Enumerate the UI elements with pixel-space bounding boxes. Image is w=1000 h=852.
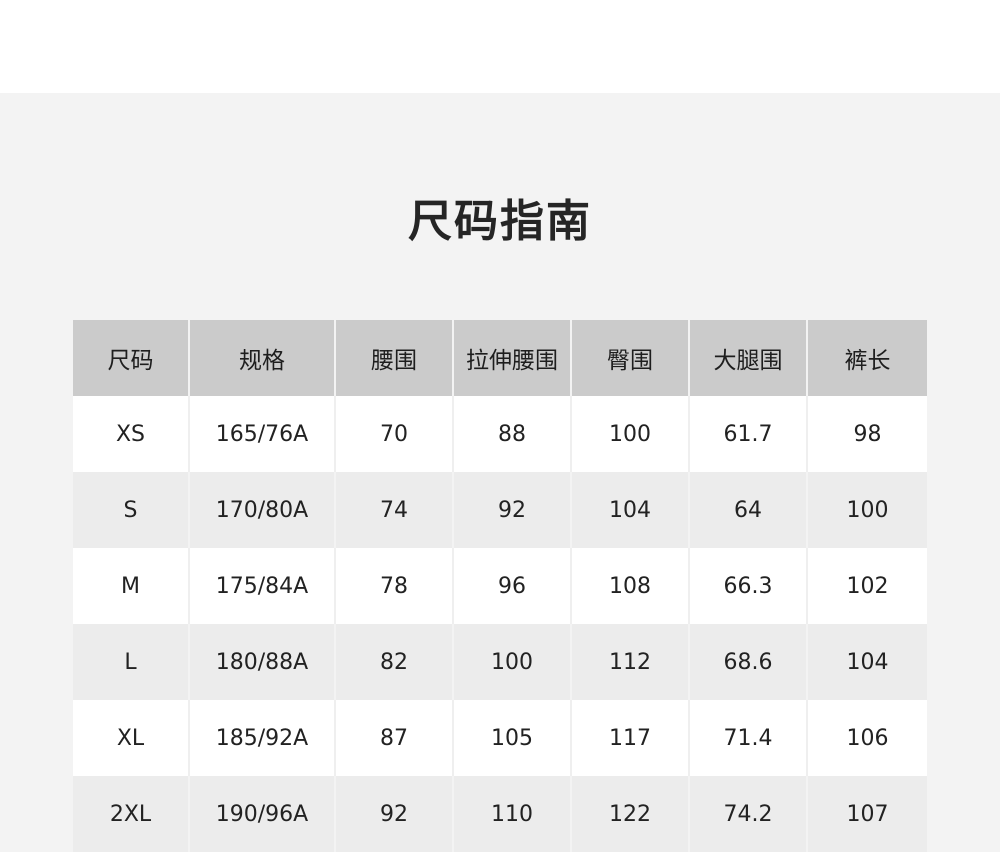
table-row: XL 185/92A 87 105 117 71.4 106 xyxy=(73,700,927,776)
cell-hip: 112 xyxy=(570,624,689,700)
cell-size: S xyxy=(73,472,189,548)
cell-thigh: 61.7 xyxy=(688,396,807,472)
cell-hip: 122 xyxy=(570,776,689,852)
cell-spec: 180/88A xyxy=(188,624,335,700)
cell-length: 104 xyxy=(806,624,927,700)
cell-thigh: 71.4 xyxy=(688,700,807,776)
table-row: L 180/88A 82 100 112 68.6 104 xyxy=(73,624,927,700)
cell-spec: 190/96A xyxy=(188,776,335,852)
cell-size: M xyxy=(73,548,189,624)
cell-length: 106 xyxy=(806,700,927,776)
cell-stretch-waist: 96 xyxy=(452,548,571,624)
header-spec: 规格 xyxy=(188,320,335,396)
header-length: 裤长 xyxy=(806,320,927,396)
header-hip: 臀围 xyxy=(570,320,689,396)
table-row: S 170/80A 74 92 104 64 100 xyxy=(73,472,927,548)
cell-spec: 185/92A xyxy=(188,700,335,776)
cell-stretch-waist: 100 xyxy=(452,624,571,700)
cell-stretch-waist: 110 xyxy=(452,776,571,852)
table-row: XS 165/76A 70 88 100 61.7 98 xyxy=(73,396,927,472)
cell-length: 100 xyxy=(806,472,927,548)
table-header-row: 尺码 规格 腰围 拉伸腰围 臀围 大腿围 裤长 xyxy=(73,320,927,396)
cell-hip: 117 xyxy=(570,700,689,776)
cell-size: L xyxy=(73,624,189,700)
cell-spec: 170/80A xyxy=(188,472,335,548)
cell-thigh: 74.2 xyxy=(688,776,807,852)
header-waist: 腰围 xyxy=(334,320,453,396)
cell-length: 102 xyxy=(806,548,927,624)
cell-hip: 100 xyxy=(570,396,689,472)
cell-waist: 70 xyxy=(334,396,453,472)
cell-waist: 87 xyxy=(334,700,453,776)
cell-waist: 74 xyxy=(334,472,453,548)
cell-hip: 104 xyxy=(570,472,689,548)
cell-spec: 165/76A xyxy=(188,396,335,472)
cell-thigh: 66.3 xyxy=(688,548,807,624)
table-row: M 175/84A 78 96 108 66.3 102 xyxy=(73,548,927,624)
cell-waist: 82 xyxy=(334,624,453,700)
cell-stretch-waist: 92 xyxy=(452,472,571,548)
size-table: 尺码 规格 腰围 拉伸腰围 臀围 大腿围 裤长 XS 165/76A 70 88… xyxy=(73,320,927,852)
cell-length: 98 xyxy=(806,396,927,472)
cell-waist: 78 xyxy=(334,548,453,624)
cell-stretch-waist: 105 xyxy=(452,700,571,776)
cell-waist: 92 xyxy=(334,776,453,852)
cell-spec: 175/84A xyxy=(188,548,335,624)
cell-length: 107 xyxy=(806,776,927,852)
cell-size: XS xyxy=(73,396,189,472)
cell-thigh: 68.6 xyxy=(688,624,807,700)
size-guide-panel: 尺码指南 尺码 规格 腰围 拉伸腰围 臀围 大腿围 裤长 XS 165/76A … xyxy=(0,93,1000,852)
cell-stretch-waist: 88 xyxy=(452,396,571,472)
header-stretch-waist: 拉伸腰围 xyxy=(452,320,571,396)
header-size: 尺码 xyxy=(73,320,189,396)
header-thigh: 大腿围 xyxy=(688,320,807,396)
table-row: 2XL 190/96A 92 110 122 74.2 107 xyxy=(73,776,927,852)
top-white-band xyxy=(0,0,1000,93)
cell-hip: 108 xyxy=(570,548,689,624)
cell-size: XL xyxy=(73,700,189,776)
page-title: 尺码指南 xyxy=(408,196,592,247)
cell-size: 2XL xyxy=(73,776,189,852)
cell-thigh: 64 xyxy=(688,472,807,548)
